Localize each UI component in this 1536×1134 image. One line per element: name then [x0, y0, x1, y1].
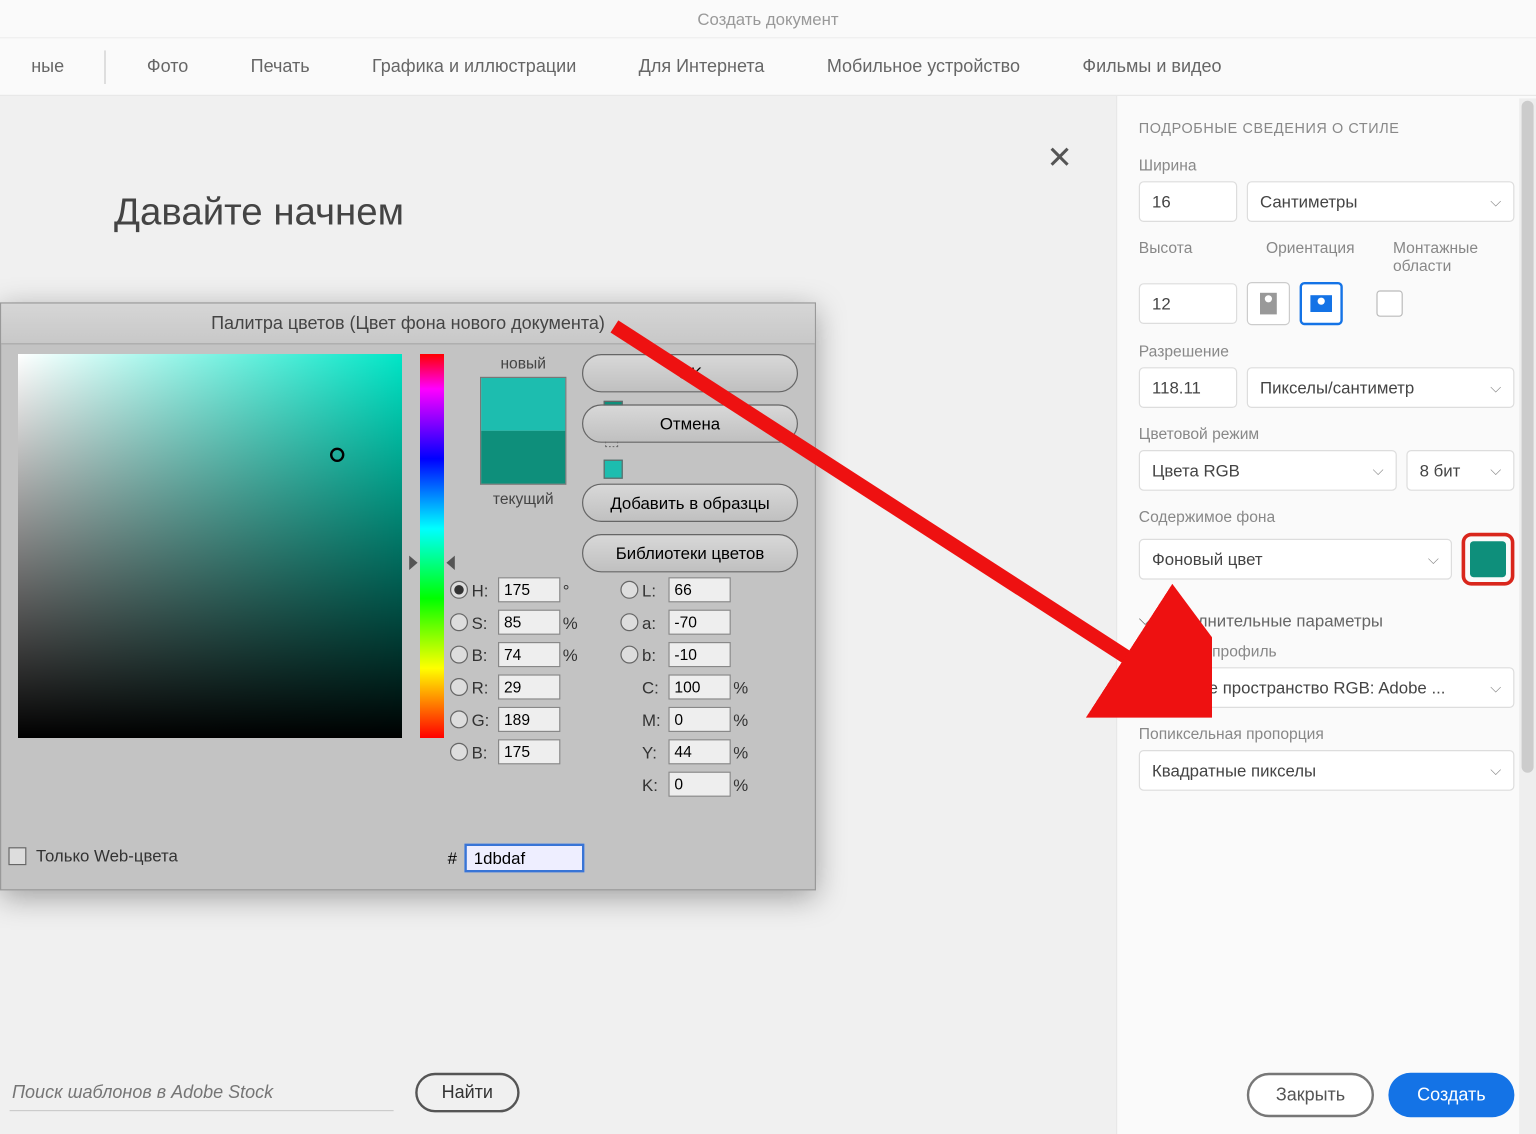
tab-web[interactable]: Для Интернета	[612, 38, 791, 94]
hex-row: #	[448, 844, 585, 873]
window-header: Создать документ	[0, 0, 1536, 38]
page-title: Давайте начнем	[114, 190, 404, 234]
color-profile-select[interactable]: Рабочее пространство RGB: Adobe ...⌵	[1139, 667, 1515, 708]
template-search-input[interactable]	[10, 1075, 394, 1111]
web-only-row: Только Web-цвета	[8, 846, 177, 865]
category-tabs: ные Фото Печать Графика и иллюстрации Дл…	[0, 38, 1536, 96]
tab-photo[interactable]: Фото	[121, 38, 215, 94]
window-title: Создать документ	[697, 9, 838, 28]
bval-input[interactable]	[498, 642, 560, 667]
sv-cursor-icon	[330, 448, 344, 462]
width-input[interactable]	[1139, 181, 1237, 222]
close-icon[interactable]: ✕	[1047, 139, 1073, 176]
bit-depth-select[interactable]: 8 бит⌵	[1406, 450, 1514, 491]
web-only-checkbox[interactable]	[8, 847, 26, 865]
color-mode-label: Цветовой режим	[1139, 425, 1515, 443]
color-profile-label: Цветовой профиль	[1139, 642, 1515, 660]
resolution-units-select[interactable]: Пикселы/сантиметр⌵	[1247, 367, 1515, 408]
current-color-swatch[interactable]	[481, 431, 565, 484]
find-button[interactable]: Найти	[415, 1073, 519, 1113]
color-picker-dialog: Палитра цветов (Цвет фона нового докумен…	[0, 302, 816, 890]
saturation-value-field[interactable]	[18, 354, 402, 738]
color-mode-select[interactable]: Цвета RGB⌵	[1139, 450, 1397, 491]
chevron-down-icon: ⌵	[1490, 379, 1501, 397]
radio-lab-b[interactable]	[620, 646, 638, 664]
ok-button[interactable]: OK	[582, 354, 798, 392]
close-button[interactable]: Закрыть	[1247, 1073, 1374, 1117]
radio-g[interactable]	[450, 710, 468, 728]
chevron-down-icon: ⌵	[1490, 679, 1501, 697]
radio-b[interactable]	[450, 646, 468, 664]
current-label: текущий	[493, 490, 554, 508]
bb-input[interactable]	[498, 739, 560, 764]
radio-a[interactable]	[620, 613, 638, 631]
chevron-down-icon: ⌵	[1139, 610, 1152, 630]
chevron-down-icon: ⌵	[1490, 193, 1501, 211]
pixel-aspect-label: Попиксельная пропорция	[1139, 725, 1515, 743]
tab-mobile[interactable]: Мобильное устройство	[800, 38, 1046, 94]
orientation-landscape-button[interactable]	[1300, 282, 1343, 325]
radio-s[interactable]	[450, 613, 468, 631]
units-select[interactable]: Сантиметры⌵	[1247, 181, 1515, 222]
g-input[interactable]	[498, 707, 560, 732]
chevron-down-icon: ⌵	[1428, 550, 1439, 568]
new-color-swatch[interactable]	[481, 378, 565, 431]
radio-l[interactable]	[620, 581, 638, 599]
chevron-down-icon: ⌵	[1490, 761, 1501, 779]
hex-input[interactable]	[464, 844, 584, 873]
a-input[interactable]	[668, 610, 730, 635]
labb-input[interactable]	[668, 642, 730, 667]
chevron-down-icon: ⌵	[1490, 461, 1501, 479]
orientation-label: Ориентация	[1266, 239, 1355, 257]
web-only-label: Только Web-цвета	[36, 846, 178, 865]
m-input[interactable]	[668, 707, 730, 732]
color-values-grid: H:° L: S:% a: B:% b: R: C:% G: M:% B: Y:…	[450, 577, 755, 797]
hue-pointer-right-icon	[446, 556, 454, 570]
tab-film[interactable]: Фильмы и видео	[1056, 38, 1248, 94]
advanced-toggle[interactable]: ⌵ Дополнительные параметры	[1139, 610, 1515, 630]
tab-divider	[105, 50, 106, 84]
resolution-input[interactable]	[1139, 367, 1237, 408]
radio-h[interactable]	[450, 581, 468, 599]
tab-recent[interactable]: ные	[5, 38, 91, 94]
create-button[interactable]: Создать	[1388, 1073, 1514, 1117]
scrollbar-thumb[interactable]	[1522, 101, 1534, 773]
artboards-checkbox[interactable]	[1376, 290, 1402, 316]
h-input[interactable]	[498, 577, 560, 602]
scrollbar-track[interactable]	[1519, 98, 1536, 1134]
hue-slider[interactable]	[416, 354, 447, 738]
cancel-button[interactable]: Отмена	[582, 404, 798, 442]
radio-bb[interactable]	[450, 743, 468, 761]
artboards-label: Монтажные области	[1393, 239, 1514, 275]
panel-heading: ПОДРОБНЫЕ СВЕДЕНИЯ О СТИЛЕ	[1139, 120, 1515, 137]
templates-area: ✕ Давайте начнем Палитра цветов (Цвет фо…	[0, 96, 1116, 1134]
radio-r[interactable]	[450, 678, 468, 696]
tab-art[interactable]: Графика и иллюстрации	[346, 38, 603, 94]
l-input[interactable]	[668, 577, 730, 602]
chevron-down-icon: ⌵	[1373, 461, 1384, 479]
bg-color-swatch[interactable]	[1462, 533, 1515, 586]
new-label: новый	[500, 354, 546, 372]
y-input[interactable]	[668, 739, 730, 764]
height-label: Высота	[1139, 239, 1237, 257]
preset-details-panel: ПОДРОБНЫЕ СВЕДЕНИЯ О СТИЛЕ Ширина Сантим…	[1116, 96, 1536, 1134]
s-input[interactable]	[498, 610, 560, 635]
color-libraries-button[interactable]: Библиотеки цветов	[582, 534, 798, 572]
orientation-portrait-button[interactable]	[1247, 282, 1290, 325]
tab-print[interactable]: Печать	[224, 38, 336, 94]
height-input[interactable]	[1139, 283, 1237, 324]
width-label: Ширина	[1139, 156, 1515, 174]
picker-title: Палитра цветов (Цвет фона нового докумен…	[1, 304, 815, 345]
c-input[interactable]	[668, 674, 730, 699]
add-swatch-button[interactable]: Добавить в образцы	[582, 484, 798, 522]
hue-pointer-left-icon	[409, 556, 417, 570]
pixel-aspect-select[interactable]: Квадратные пикселы⌵	[1139, 750, 1515, 791]
k-input[interactable]	[668, 772, 730, 797]
r-input[interactable]	[498, 674, 560, 699]
bg-content-label: Содержимое фона	[1139, 508, 1515, 526]
bg-content-select[interactable]: Фоновый цвет⌵	[1139, 539, 1452, 580]
resolution-label: Разрешение	[1139, 342, 1515, 360]
